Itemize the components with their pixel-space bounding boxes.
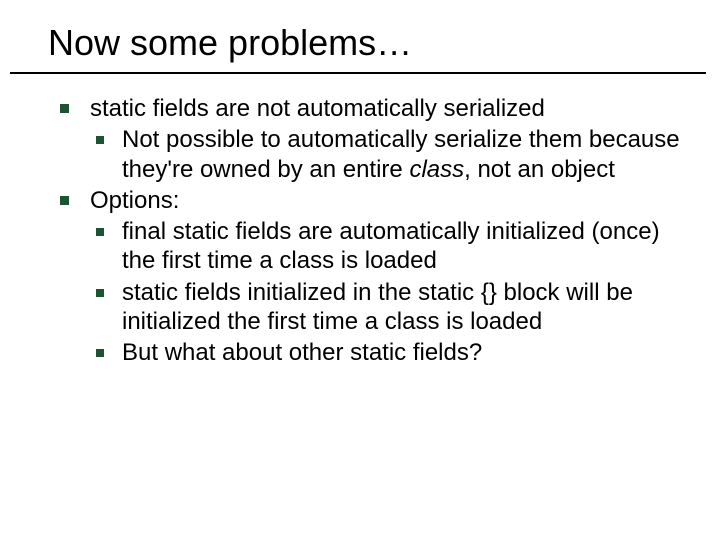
list-item: But what about other static fields? xyxy=(90,338,690,367)
list-item: Options: final static fields are automat… xyxy=(56,186,690,368)
list-item: static fields are not automatically seri… xyxy=(56,94,690,184)
bullet-text: static fields are not automatically seri… xyxy=(90,95,545,122)
slide-body: static fields are not automatically seri… xyxy=(56,94,690,369)
list-item: final static fields are automatically in… xyxy=(90,217,690,276)
bullet-text: Options: xyxy=(90,187,179,214)
slide-title: Now some problems… xyxy=(48,22,696,72)
italic-text: class xyxy=(409,156,464,183)
bullet-text: static fields initialized in the static … xyxy=(122,279,633,335)
list-item: static fields initialized in the static … xyxy=(90,278,690,337)
bullet-text: Not possible to automatically serialize … xyxy=(122,126,680,182)
title-block: Now some problems… xyxy=(48,22,696,72)
bullet-text: But what about other static fields? xyxy=(122,339,482,366)
text-run: , not an object xyxy=(464,156,615,183)
sub-list: final static fields are automatically in… xyxy=(90,217,690,367)
slide: Now some problems… static fields are not… xyxy=(0,0,720,540)
title-rule xyxy=(10,72,706,74)
bullet-text: final static fields are automatically in… xyxy=(122,218,660,274)
bullet-list: static fields are not automatically seri… xyxy=(56,94,690,367)
sub-list: Not possible to automatically serialize … xyxy=(90,125,690,184)
list-item: Not possible to automatically serialize … xyxy=(90,125,690,184)
